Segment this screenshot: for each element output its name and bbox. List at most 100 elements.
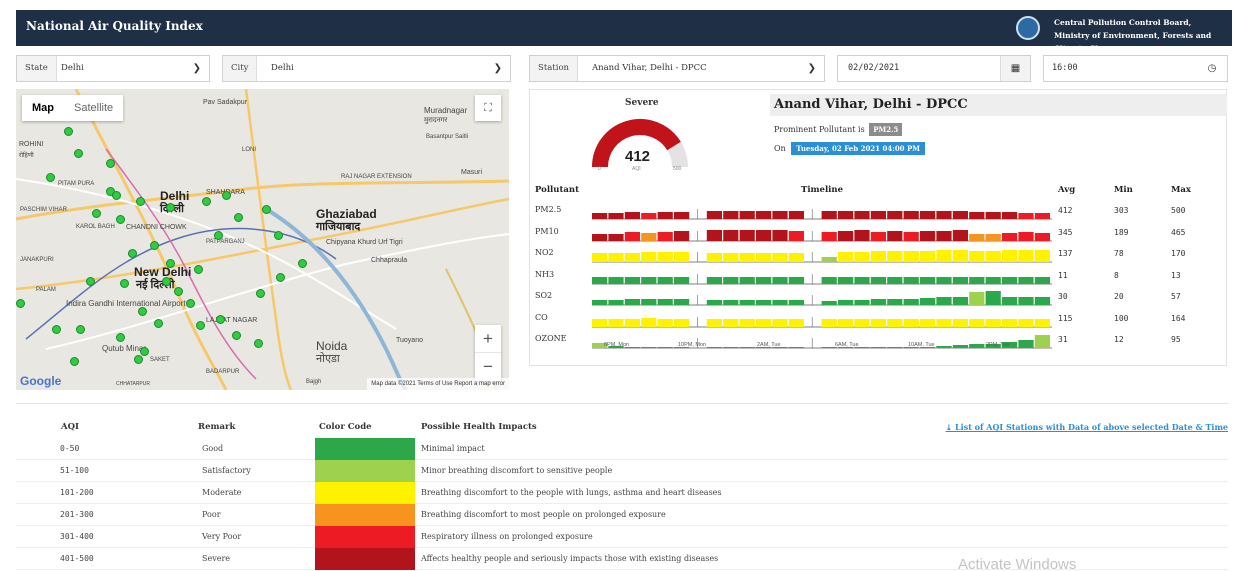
timeline-bar[interactable] xyxy=(969,318,985,327)
station-list-download-link[interactable]: ⤓ List of AQI Stations with Data of abov… xyxy=(946,416,1228,438)
station-marker-icon[interactable] xyxy=(76,325,85,334)
station-marker-icon[interactable] xyxy=(166,259,175,268)
timeline-bar[interactable] xyxy=(723,300,739,305)
state-select[interactable]: State Delhi ❯ xyxy=(16,55,210,82)
timeline-bar[interactable] xyxy=(788,211,804,219)
timeline-bar[interactable] xyxy=(903,276,919,284)
map-type-toggle[interactable]: Map Satellite xyxy=(22,95,124,121)
station-marker-icon[interactable] xyxy=(274,231,283,240)
timeline-bar[interactable] xyxy=(608,318,624,327)
timeline-bar[interactable] xyxy=(952,297,968,305)
timeline-bar[interactable] xyxy=(920,211,936,219)
timeline-bar[interactable] xyxy=(788,318,804,327)
timeline-bar[interactable] xyxy=(1018,250,1034,262)
timeline-bar[interactable] xyxy=(952,250,968,262)
timeline-bar[interactable] xyxy=(788,253,804,262)
timeline-bar[interactable] xyxy=(706,318,722,327)
timeline-bar[interactable] xyxy=(969,233,985,241)
timeline-bar[interactable] xyxy=(854,276,870,284)
timeline-bar[interactable] xyxy=(788,347,804,348)
timeline-bar[interactable] xyxy=(624,276,640,284)
timeline-bar[interactable] xyxy=(985,212,1001,219)
timeline-bar[interactable] xyxy=(772,318,788,327)
timeline-bar[interactable] xyxy=(1034,297,1050,305)
station-marker-icon[interactable] xyxy=(196,321,205,330)
timeline-bar[interactable] xyxy=(1018,318,1034,327)
station-marker-icon[interactable] xyxy=(92,209,101,218)
timeline-bar[interactable] xyxy=(1018,231,1034,241)
station-marker-icon[interactable] xyxy=(106,159,115,168)
timeline-bar[interactable] xyxy=(838,211,854,219)
timeline-bar[interactable] xyxy=(936,250,952,262)
timeline-bar[interactable] xyxy=(657,347,673,348)
timeline-bar[interactable] xyxy=(739,318,755,327)
station-marker-icon[interactable] xyxy=(262,205,271,214)
timeline-bar[interactable] xyxy=(1034,318,1050,327)
timeline-bar[interactable] xyxy=(641,317,657,327)
timeline-bar[interactable] xyxy=(821,318,837,327)
station-marker-icon[interactable] xyxy=(214,231,223,240)
timeline-bar[interactable] xyxy=(887,276,903,284)
timeline-bar[interactable] xyxy=(1018,213,1034,219)
timeline-bar[interactable] xyxy=(1002,212,1018,219)
station-marker-icon[interactable] xyxy=(64,127,73,136)
timeline-bar[interactable] xyxy=(969,276,985,284)
timeline-bar[interactable] xyxy=(608,233,624,241)
timeline-bar[interactable] xyxy=(838,230,854,241)
station-map[interactable]: Delhiदिल्लीNew Delhiनई दिल्लीGhaziabadगा… xyxy=(16,89,509,390)
station-marker-icon[interactable] xyxy=(136,197,145,206)
timeline-bar[interactable] xyxy=(952,211,968,219)
timeline-bar[interactable] xyxy=(657,212,673,219)
timeline-bar[interactable] xyxy=(969,212,985,219)
timeline-bar[interactable] xyxy=(706,276,722,284)
timeline-bar[interactable] xyxy=(756,229,772,241)
station-marker-icon[interactable] xyxy=(166,203,175,212)
timeline-bar[interactable] xyxy=(821,301,837,305)
timeline-bar[interactable] xyxy=(870,276,886,284)
timeline-bar[interactable] xyxy=(706,347,722,348)
timeline-bar[interactable] xyxy=(870,251,886,262)
timeline-bar[interactable] xyxy=(838,318,854,327)
timeline-bar[interactable] xyxy=(821,211,837,219)
station-marker-icon[interactable] xyxy=(70,357,79,366)
timeline-bar[interactable] xyxy=(624,318,640,327)
timeline-bar[interactable] xyxy=(772,253,788,262)
timeline-bar[interactable] xyxy=(772,229,788,241)
timeline-bar[interactable] xyxy=(772,276,788,284)
zoom-out-button[interactable]: − xyxy=(475,353,501,381)
city-select[interactable]: City Delhi ❯ xyxy=(222,55,511,82)
timeline-bar[interactable] xyxy=(870,299,886,305)
timeline-bar[interactable] xyxy=(624,299,640,305)
timeline-bar[interactable] xyxy=(592,276,608,284)
zoom-in-button[interactable]: + xyxy=(475,325,501,353)
timeline-bar[interactable] xyxy=(936,211,952,219)
timeline-bar[interactable] xyxy=(854,300,870,305)
timeline-bar[interactable] xyxy=(936,230,952,241)
timeline-bar[interactable] xyxy=(674,276,690,284)
timeline-bar[interactable] xyxy=(870,231,886,241)
station-marker-icon[interactable] xyxy=(202,197,211,206)
station-marker-icon[interactable] xyxy=(112,191,121,200)
timeline-bar[interactable] xyxy=(641,347,657,348)
station-marker-icon[interactable] xyxy=(150,241,159,250)
timeline-bar[interactable] xyxy=(1002,232,1018,241)
timeline-bar[interactable] xyxy=(887,318,903,327)
timeline-bar[interactable] xyxy=(1018,340,1034,348)
timeline-bar[interactable] xyxy=(1018,276,1034,284)
timeline-bar[interactable] xyxy=(887,230,903,241)
timeline-bar[interactable] xyxy=(969,292,985,305)
station-marker-icon[interactable] xyxy=(174,287,183,296)
station-marker-icon[interactable] xyxy=(46,173,55,182)
timeline-bar[interactable] xyxy=(723,253,739,262)
timeline-bar[interactable] xyxy=(657,252,673,262)
timeline-bar[interactable] xyxy=(657,276,673,284)
timeline-bar[interactable] xyxy=(592,318,608,327)
timeline-bar[interactable] xyxy=(641,276,657,284)
station-marker-icon[interactable] xyxy=(162,277,171,286)
timeline-bar[interactable] xyxy=(1002,318,1018,327)
timeline-bar[interactable] xyxy=(723,347,739,348)
timeline-bar[interactable] xyxy=(608,213,624,219)
timeline-bar[interactable] xyxy=(870,318,886,327)
station-marker-icon[interactable] xyxy=(116,215,125,224)
timeline-bar[interactable] xyxy=(887,211,903,219)
